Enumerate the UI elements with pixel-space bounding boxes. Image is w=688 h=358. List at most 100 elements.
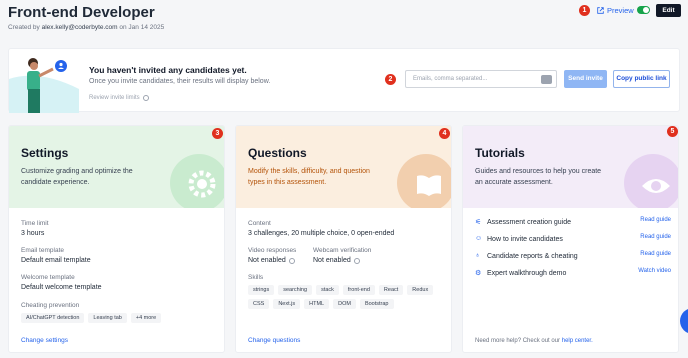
award-icon: ♁ <box>475 252 481 259</box>
help-center-link[interactable]: help center. <box>562 338 593 344</box>
help-footer: Need more help? Check out our help cente… <box>475 338 593 344</box>
send-invite-button[interactable]: Send invite <box>564 70 607 88</box>
questions-header: 4 Questions Modify the skills, difficult… <box>236 126 451 208</box>
annotation-badge: 1 <box>579 5 590 16</box>
tutorial-label: Assessment creation guide <box>487 219 572 226</box>
annotation-badge: 4 <box>439 128 450 139</box>
webcam-value-text: Not enabled <box>313 257 351 264</box>
skill-chip: React <box>378 285 404 295</box>
questions-title: Questions <box>248 146 307 160</box>
content-label: Content <box>248 220 271 227</box>
time-limit-label: Time limit <box>21 220 49 227</box>
video-label: Video responses <box>248 247 297 254</box>
review-limits-link[interactable]: Review invite limits <box>89 95 149 101</box>
video-value-text: Not enabled <box>248 257 286 264</box>
skill-chip: CSS <box>248 299 270 309</box>
tutorial-item[interactable]: ⚙ Expert walkthrough demo Watch video <box>475 268 671 285</box>
skill-chip: DOM <box>333 299 356 309</box>
created-prefix: Created by <box>8 24 40 31</box>
annotation-badge: 2 <box>385 74 396 85</box>
tutorials-list: ⚟ Assessment creation guide Read guide ☺… <box>475 217 671 285</box>
created-info: Created by alex.kelly@coderbyte.com on J… <box>8 24 164 31</box>
settings-description: Customize grading and optimize the candi… <box>21 168 133 186</box>
tutorial-item[interactable]: ⚟ Assessment creation guide Read guide <box>475 217 671 234</box>
video-value: Not enabled <box>248 257 295 264</box>
annotation-badge: 5 <box>667 126 678 137</box>
invite-subtext: Once you invite candidates, their result… <box>89 78 271 85</box>
tutorial-label: Candidate reports & cheating <box>487 253 578 260</box>
page: Front-end Developer Created by alex.kell… <box>0 0 688 358</box>
skills-label: Skills <box>248 274 264 281</box>
tutorials-description: Guides and resources to help you create … <box>475 168 602 186</box>
skill-chip: HTML <box>304 299 330 309</box>
info-icon <box>142 95 149 101</box>
settings-header: 3 Settings Customize grading and optimiz… <box>9 126 224 208</box>
settings-card: 3 Settings Customize grading and optimiz… <box>8 125 225 353</box>
chip: AI/ChatGPT detection <box>21 313 85 323</box>
tutorial-label: How to invite candidates <box>487 236 563 243</box>
eye-icon <box>624 154 678 208</box>
invite-illustration <box>9 49 79 113</box>
tutorial-action[interactable]: Read guide <box>640 251 671 257</box>
welcome-template-label: Welcome template <box>21 274 75 281</box>
header: Front-end Developer Created by alex.kell… <box>0 0 688 44</box>
edit-button[interactable]: Edit <box>656 4 681 17</box>
webcam-label: Webcam verification <box>313 247 372 254</box>
email-template-value: Default email template <box>21 257 91 264</box>
review-limits-label: Review invite limits <box>89 95 140 101</box>
skill-chip: strings <box>248 285 275 295</box>
tutorial-action[interactable]: Watch video <box>638 268 671 274</box>
change-settings-link[interactable]: Change settings <box>21 337 68 344</box>
info-icon <box>288 257 295 264</box>
preview-link[interactable]: Preview <box>597 6 634 15</box>
invite-heading: You haven't invited any candidates yet. <box>89 65 247 75</box>
info-icon <box>353 257 360 264</box>
questions-card: 4 Questions Modify the skills, difficult… <box>235 125 452 353</box>
chip: Leaving tab <box>88 313 127 323</box>
external-link-icon <box>597 7 604 14</box>
content-value: 3 challenges, 20 multiple choice, 0 open… <box>248 230 395 237</box>
chip: +4 more <box>130 313 162 323</box>
skill-chip: searching <box>278 285 313 295</box>
chat-button[interactable] <box>680 308 688 334</box>
gear-icon <box>170 154 224 208</box>
email-template-label: Email template <box>21 247 64 254</box>
book-icon <box>397 154 451 208</box>
tutorials-header: 5 Tutorials Guides and resources to help… <box>463 126 678 208</box>
emails-input[interactable]: Emails, comma separated... <box>405 70 557 88</box>
tutorial-item[interactable]: ☺ How to invite candidates Read guide <box>475 234 671 251</box>
tutorial-label: Expert walkthrough demo <box>487 270 567 277</box>
tutorial-item[interactable]: ♁ Candidate reports & cheating Read guid… <box>475 251 671 268</box>
created-date: on Jan 14 2025 <box>119 24 165 31</box>
emails-placeholder: Emails, comma separated... <box>413 76 488 82</box>
annotation-badge: 3 <box>212 128 223 139</box>
welcome-template-value: Default welcome template <box>21 284 102 291</box>
cheating-label: Cheating prevention <box>21 302 80 309</box>
user-icon: ☺ <box>475 235 483 242</box>
sliders-icon: ⚟ <box>475 219 482 226</box>
preview-toggle[interactable] <box>637 6 650 14</box>
settings-title: Settings <box>21 146 69 160</box>
tutorials-card: 5 Tutorials Guides and resources to help… <box>462 125 679 353</box>
time-limit-value: 3 hours <box>21 230 45 237</box>
tutorial-action[interactable]: Read guide <box>640 234 671 240</box>
creator-email: alex.kelly@coderbyte.com <box>41 24 118 31</box>
tutorials-title: Tutorials <box>475 146 525 160</box>
gear-icon: ⚙ <box>475 270 482 277</box>
skills-chips: strings searching stack front-end React … <box>248 285 438 309</box>
more-icon[interactable] <box>541 75 552 84</box>
skill-chip: Redux <box>407 285 434 295</box>
webcam-value: Not enabled <box>313 257 360 264</box>
change-questions-link[interactable]: Change questions <box>248 337 300 344</box>
invite-panel: You haven't invited any candidates yet. … <box>8 48 680 113</box>
copy-public-link-button[interactable]: Copy public link <box>613 70 670 88</box>
tutorial-action[interactable]: Read guide <box>640 217 671 223</box>
skill-chip: stack <box>316 285 339 295</box>
help-text: Need more help? Check out our <box>475 338 561 344</box>
cheating-chips: AI/ChatGPT detection Leaving tab +4 more <box>21 313 217 323</box>
preview-label: Preview <box>607 6 634 15</box>
page-title: Front-end Developer <box>8 4 155 21</box>
skill-chip: front-end <box>342 285 375 295</box>
questions-description: Modify the skills, difficulty, and quest… <box>248 168 370 186</box>
skill-chip: Bootstrap <box>359 299 394 309</box>
